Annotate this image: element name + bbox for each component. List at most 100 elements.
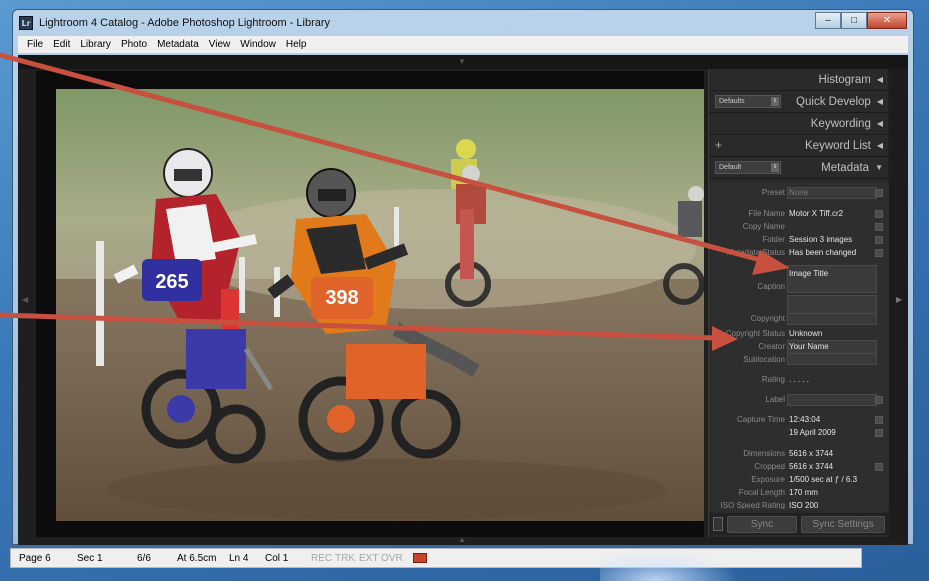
metadata-panel-header[interactable]: Default ⇕ Metadata ▼ — [709, 157, 889, 179]
status-count: 6/6 — [137, 553, 151, 564]
metadata-panel-body: Preset None File Name Motor X Tiff.cr2 C… — [709, 183, 889, 511]
capture-date-value: 19 April 2009 — [789, 428, 836, 437]
menu-view[interactable]: View — [204, 39, 236, 50]
folder-value: Session 3 images — [789, 235, 853, 244]
exposure-row: Exposure 1/500 sec at ƒ / 6.3 — [751, 475, 858, 484]
metadata-label: Metadata — [821, 161, 870, 174]
status-rec[interactable]: REC — [311, 553, 332, 564]
right-panel-triangle-icon[interactable]: ▶ — [896, 295, 902, 304]
left-triangle-icon: ◀ — [876, 97, 883, 106]
focal-length-value: 170 mm — [789, 488, 818, 497]
label-field[interactable] — [787, 394, 877, 406]
top-panel-toggle-strip[interactable]: ▼ — [18, 55, 908, 69]
status-line: Ln 4 — [229, 553, 249, 564]
status-page: Page 6 — [19, 553, 51, 564]
rider2-number: 398 — [325, 287, 358, 309]
folder-row: Folder Session 3 images — [709, 235, 889, 247]
left-triangle-icon: ◀ — [876, 141, 883, 150]
down-triangle-icon: ▼ — [875, 163, 883, 172]
preset-spinner-icon[interactable] — [875, 189, 883, 197]
histogram-panel-header[interactable]: Histogram ◀ — [709, 69, 889, 91]
taskbar-glow — [600, 548, 740, 581]
rating-row: Rating . . . . . — [761, 375, 810, 384]
keyword-list-label: Keyword List — [805, 139, 871, 152]
left-triangle-icon: ◀ — [876, 119, 883, 128]
quick-develop-preset-select[interactable]: Defaults ⇕ — [715, 95, 781, 108]
quick-develop-label: Quick Develop — [796, 95, 871, 108]
dimensions-value: 5616 x 3744 — [789, 449, 834, 458]
file-name-field[interactable]: Motor X Tiff.cr2 — [789, 209, 843, 218]
select-spinner-icon: ⇕ — [771, 97, 779, 106]
maximize-button[interactable]: □ — [841, 12, 867, 29]
auto-sync-toggle[interactable] — [713, 517, 723, 531]
main-photo[interactable]: 265 398 — [56, 89, 704, 521]
lightroom-workspace: ▼ ◀ 265 398 Histogram ◀ Defaults ⇕ Quick… — [18, 55, 908, 545]
preset-row: Preset None — [709, 187, 889, 200]
crop-button[interactable] — [875, 463, 883, 471]
status-column: Col 1 — [265, 553, 289, 564]
keyword-list-panel-header[interactable]: + Keyword List ◀ — [709, 135, 889, 157]
menu-library[interactable]: Library — [75, 39, 116, 50]
top-panel-triangle-icon[interactable]: ▼ — [458, 57, 466, 66]
add-keyword-button[interactable]: + — [715, 138, 722, 152]
metadata-status-row: Metadata Status Has been changed — [709, 248, 889, 260]
menu-metadata[interactable]: Metadata — [152, 39, 204, 50]
label-row: Label — [709, 394, 889, 407]
histogram-label: Histogram — [818, 73, 871, 86]
capture-time-value: 12:43:04 — [789, 415, 821, 424]
copyright-status-select[interactable]: Unknown — [789, 329, 822, 338]
right-panel-edge[interactable]: ▶ — [890, 69, 908, 537]
menu-photo[interactable]: Photo — [116, 39, 152, 50]
rider1-number: 265 — [155, 271, 188, 293]
metadata-status-button[interactable] — [875, 249, 883, 257]
keywording-panel-header[interactable]: Keywording ◀ — [709, 113, 889, 135]
sublocation-field[interactable] — [787, 353, 877, 365]
title-bar[interactable]: Lr Lightroom 4 Catalog - Adobe Photoshop… — [13, 10, 913, 36]
menu-help[interactable]: Help — [281, 39, 312, 50]
window-title: Lightroom 4 Catalog - Adobe Photoshop Li… — [39, 17, 331, 29]
go-to-folder-button[interactable] — [875, 236, 883, 244]
copy-name-button[interactable] — [875, 223, 883, 231]
proofing-book-icon[interactable] — [413, 553, 427, 563]
creator-value: Your Name — [789, 342, 829, 351]
copyright-field[interactable] — [787, 313, 877, 325]
capture-date-row: 19 April 2009 — [709, 428, 889, 440]
label-spinner-icon[interactable] — [875, 396, 883, 404]
capture-time-row: Capture Time 12:43:04 — [709, 415, 889, 427]
cropped-row: Cropped 5616 x 3744 — [709, 462, 889, 474]
select-spinner-icon: ⇕ — [771, 163, 779, 172]
menu-file[interactable]: File — [22, 39, 48, 50]
sync-bar: Sync Sync Settings — [709, 513, 889, 535]
close-button[interactable]: ✕ — [867, 12, 907, 29]
status-trk[interactable]: TRK — [335, 553, 355, 564]
right-panel: Histogram ◀ Defaults ⇕ Quick Develop ◀ K… — [708, 69, 904, 537]
quick-develop-panel-header[interactable]: Defaults ⇕ Quick Develop ◀ — [709, 91, 889, 113]
motocross-photo-illustration: 265 398 — [56, 89, 704, 521]
title-row: Image Title — [709, 269, 889, 281]
bottom-panel-triangle-icon[interactable]: ▲ — [458, 535, 466, 544]
left-panel-triangle-icon[interactable]: ◀ — [22, 295, 28, 304]
edit-capture-date-button[interactable] — [875, 429, 883, 437]
metadata-preset-select[interactable]: Default ⇕ — [715, 161, 781, 174]
sync-settings-button[interactable]: Sync Settings — [801, 516, 885, 533]
rating-stars[interactable]: . . . . . — [789, 375, 809, 384]
dimensions-row: Dimensions 5616 x 3744 — [743, 449, 834, 458]
menu-bar: File Edit Library Photo Metadata View Wi… — [18, 36, 908, 54]
edit-capture-time-button[interactable] — [875, 416, 883, 424]
lightroom-app-icon: Lr — [19, 16, 33, 30]
menu-edit[interactable]: Edit — [48, 39, 75, 50]
title-value: Image Title — [789, 269, 829, 278]
keywording-label: Keywording — [810, 117, 871, 130]
minimize-button[interactable]: – — [815, 12, 841, 29]
iso-row: ISO Speed Rating ISO 200 — [720, 501, 819, 509]
status-section: Sec 1 — [77, 553, 103, 564]
sync-button[interactable]: Sync — [727, 516, 797, 533]
status-ovr[interactable]: OVR — [381, 553, 403, 564]
menu-window[interactable]: Window — [235, 39, 281, 50]
loupe-view: 265 398 — [36, 71, 704, 537]
status-ext[interactable]: EXT — [359, 553, 378, 564]
window-controls: – □ ✕ — [815, 12, 907, 29]
metadata-status-value: Has been changed — [789, 248, 857, 257]
exposure-value: 1/500 sec at ƒ / 6.3 — [789, 475, 858, 484]
rename-button[interactable] — [875, 210, 883, 218]
